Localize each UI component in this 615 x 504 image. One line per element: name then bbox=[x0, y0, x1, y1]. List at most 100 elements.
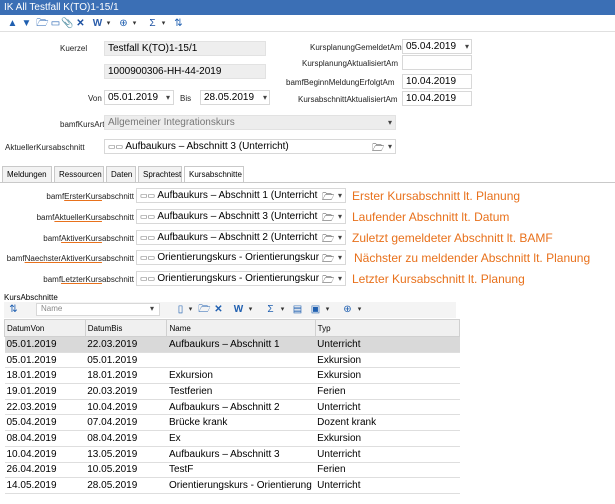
table-row[interactable]: 08.04.2019 08.04.2019 Ex Exkursion bbox=[4, 430, 460, 447]
table-row[interactable]: 05.01.2019 22.03.2019 Aufbaukurs – Abschni… bbox=[4, 336, 460, 353]
arrow-up-icon[interactable]: ▲ bbox=[6, 17, 19, 30]
bis-date-field[interactable]: 28.05.2019 bbox=[200, 90, 270, 105]
tab-ressourcen[interactable]: Ressourcen bbox=[54, 166, 104, 182]
kursart-field[interactable]: Allgemeiner Integrationskurs bbox=[104, 115, 396, 130]
abschnitt-select[interactable]: ▭▭ Aufbaukurs – Abschnitt 3 (Unterricht bbox=[136, 209, 346, 224]
folder-open-icon[interactable]: 🗁 bbox=[322, 211, 334, 228]
column-header-datumbis[interactable]: DatumBis bbox=[84, 319, 168, 337]
tab-sprachtest[interactable]: Sprachtest bbox=[138, 166, 182, 182]
chevron-down-icon[interactable]: ▾ bbox=[102, 17, 115, 30]
cell-name: Exkursion bbox=[166, 367, 316, 385]
aktueller-kursabschnitt-field[interactable]: ▭▭ Aufbaukurs – Abschnitt 3 (Unterricht) bbox=[104, 139, 396, 154]
cell-name: Testferien bbox=[166, 383, 316, 400]
cell-datumvon: 22.03.2019 bbox=[4, 399, 86, 416]
chevron-down-icon[interactable]: ▾ bbox=[321, 303, 334, 316]
cell-name: Orientierungskurs - Orientierung bbox=[166, 477, 316, 494]
link-icon: ▭▭ bbox=[140, 191, 158, 200]
table-row[interactable]: 19.01.2019 20.03.2019 Testferien Ferien bbox=[4, 383, 460, 400]
table-row[interactable]: 26.04.2019 10.05.2019 TestF Ferien bbox=[4, 462, 460, 479]
abschnitt-select[interactable]: ▭▭ Orientierungskurs - Orientierungskur bbox=[136, 271, 346, 286]
abschnitt-select[interactable]: ▭▭ Orientierungskurs - Orientierungskur bbox=[136, 250, 346, 265]
tab-meldungen[interactable]: Meldungen bbox=[2, 166, 52, 182]
sort-icon[interactable]: ⇅ bbox=[172, 17, 185, 30]
delete-icon[interactable]: ✕ bbox=[74, 17, 87, 30]
folder-open-icon[interactable]: 🗁 bbox=[322, 273, 334, 290]
table-icon[interactable]: ▤ bbox=[291, 303, 304, 316]
window-title: IK All Testfall K(TO)1-15/1 bbox=[0, 0, 615, 15]
bamf-beginn-label: bamfBeginnMeldungErfolgtAm bbox=[286, 78, 395, 87]
abschnitt-select[interactable]: ▭▭ Aufbaukurs – Abschnitt 2 (Unterricht bbox=[136, 230, 346, 245]
code-field[interactable]: 1000900306-HH-44-2019 bbox=[104, 64, 266, 79]
column-header-name[interactable]: Name bbox=[166, 319, 316, 337]
delete-icon[interactable]: ✕ bbox=[212, 303, 225, 316]
bamf-beginn-field[interactable]: 10.04.2019 bbox=[402, 74, 472, 89]
chevron-down-icon[interactable]: ▾ bbox=[184, 303, 197, 316]
kursabschnitt-aktualisiert-field[interactable]: 10.04.2019 bbox=[402, 91, 472, 106]
link-icon: ▭▭ bbox=[140, 274, 158, 283]
chevron-down-icon[interactable]: ▾ bbox=[338, 191, 342, 200]
link-icon: ▭▭ bbox=[140, 253, 158, 262]
table-row[interactable]: 22.03.2019 10.04.2019 Aufbaukurs – Abschni… bbox=[4, 399, 460, 416]
kursart-label: bamfKursArt bbox=[60, 120, 105, 129]
chevron-down-icon[interactable]: ▾ bbox=[388, 142, 392, 151]
table-row[interactable]: 05.01.2019 05.01.2019 Exkursion bbox=[4, 352, 460, 369]
kursplanung-gemeldet-field[interactable]: 05.04.2019 bbox=[402, 39, 472, 54]
cell-datumvon: 08.04.2019 bbox=[4, 430, 86, 447]
paperclip-icon[interactable]: 📎 bbox=[61, 17, 74, 30]
chevron-down-icon[interactable]: ▾ bbox=[166, 93, 170, 102]
tab-divider bbox=[0, 182, 615, 183]
arrow-down-icon[interactable]: ▼ bbox=[20, 17, 33, 30]
cell-name: Aufbaukurs – Abschnitt 2 bbox=[166, 399, 316, 416]
tab-daten[interactable]: Daten bbox=[106, 166, 136, 182]
table-row[interactable]: 10.04.2019 13.05.2019 Aufbaukurs – Abschni… bbox=[4, 446, 460, 463]
refresh-icon[interactable]: ⇅ bbox=[7, 303, 20, 316]
folder-open-icon[interactable]: 🗁 bbox=[322, 252, 334, 269]
chevron-down-icon[interactable]: ▾ bbox=[388, 118, 392, 127]
tab-kursabschnitte[interactable]: Kursabschnitte bbox=[184, 166, 244, 183]
grid-header-row: DatumVon DatumBis Name Typ bbox=[4, 319, 461, 337]
grid-toolbar: ⇅ Name ▾ ▯ ▾ 🗁 ✕ W ▾ Σ ▾ ▤ ▣ ▾ ⊕ ▾ bbox=[4, 302, 456, 318]
chevron-down-icon[interactable]: ▾ bbox=[353, 303, 366, 316]
cell-typ: Ferien bbox=[315, 462, 460, 479]
cell-datumbis: 08.04.2019 bbox=[85, 430, 167, 447]
cell-typ: Ferien bbox=[315, 383, 460, 400]
von-label: Von bbox=[88, 94, 102, 103]
folder-open-icon[interactable]: 🗁 bbox=[322, 232, 334, 249]
folder-open-icon[interactable]: 🗁 bbox=[372, 141, 384, 158]
folder-open-icon[interactable]: 🗁 bbox=[198, 303, 211, 316]
cell-datumbis: 05.01.2019 bbox=[85, 352, 167, 369]
column-header-typ[interactable]: Typ bbox=[314, 319, 461, 337]
column-header-datumvon[interactable]: DatumVon bbox=[4, 319, 86, 337]
chevron-down-icon[interactable]: ▾ bbox=[244, 303, 257, 316]
cell-typ: Unterricht bbox=[315, 446, 460, 463]
kursplanung-aktualisiert-field[interactable] bbox=[402, 55, 472, 70]
link-icon: ▭▭ bbox=[140, 212, 158, 221]
chevron-down-icon[interactable]: ▾ bbox=[338, 274, 342, 283]
cell-datumvon: 26.04.2019 bbox=[4, 462, 86, 479]
von-date-field[interactable]: 05.01.2019 bbox=[104, 90, 174, 105]
chevron-down-icon[interactable]: ▾ bbox=[263, 93, 267, 102]
chevron-down-icon[interactable]: ▾ bbox=[338, 212, 342, 221]
chevron-down-icon[interactable]: ▾ bbox=[157, 17, 170, 30]
annotation-note: Letzter Kursabschnitt lt. Planung bbox=[352, 272, 525, 286]
table-row[interactable]: 18.01.2019 18.01.2019 Exkursion Exkursion bbox=[4, 367, 460, 385]
abschnitt-select[interactable]: ▭▭ Aufbaukurs – Abschnitt 1 (Unterricht bbox=[136, 188, 346, 203]
chevron-down-icon[interactable]: ▾ bbox=[338, 253, 342, 262]
cell-typ: Exkursion bbox=[315, 352, 460, 369]
cell-name: Aufbaukurs – Abschnitt 3 bbox=[166, 446, 316, 463]
table-row[interactable]: 14.05.2019 28.05.2019 Orientierungskurs - … bbox=[4, 477, 460, 494]
chevron-down-icon[interactable]: ▾ bbox=[338, 233, 342, 242]
table-row[interactable]: 05.04.2019 07.04.2019 Brücke krank Dozent k… bbox=[4, 414, 460, 432]
kuerzel-field[interactable]: Testfall K(TO)1-15/1 bbox=[104, 41, 266, 56]
cell-datumbis: 22.03.2019 bbox=[85, 336, 167, 353]
chevron-down-icon[interactable]: ▾ bbox=[128, 17, 141, 30]
cell-datumvon: 19.01.2019 bbox=[4, 383, 86, 400]
grid-filter-input[interactable]: Name bbox=[36, 303, 160, 316]
folder-open-icon[interactable]: 🗁 bbox=[36, 17, 49, 30]
chevron-down-icon[interactable]: ▾ bbox=[276, 303, 289, 316]
chevron-down-icon[interactable]: ▾ bbox=[150, 304, 154, 313]
cell-datumbis: 18.01.2019 bbox=[85, 367, 167, 385]
chevron-down-icon[interactable]: ▾ bbox=[465, 42, 469, 51]
abschnitt-label: bamfAktuellerKursabschnitt bbox=[36, 213, 134, 222]
folder-open-icon[interactable]: 🗁 bbox=[322, 190, 334, 207]
